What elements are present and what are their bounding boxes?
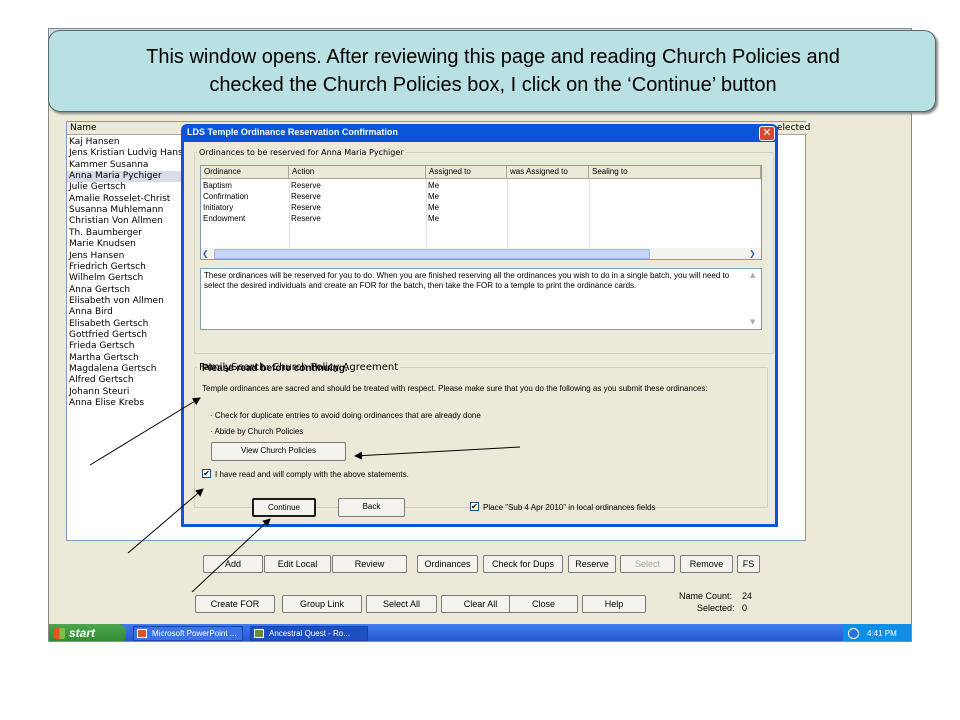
- arrow-to-view-policies: [354, 446, 521, 460]
- annotation-arrows: [89, 397, 521, 593]
- arrow-to-agree-checkbox: [127, 488, 204, 554]
- arrow-to-policy-text: [89, 397, 201, 466]
- arrow-to-continue: [191, 518, 271, 593]
